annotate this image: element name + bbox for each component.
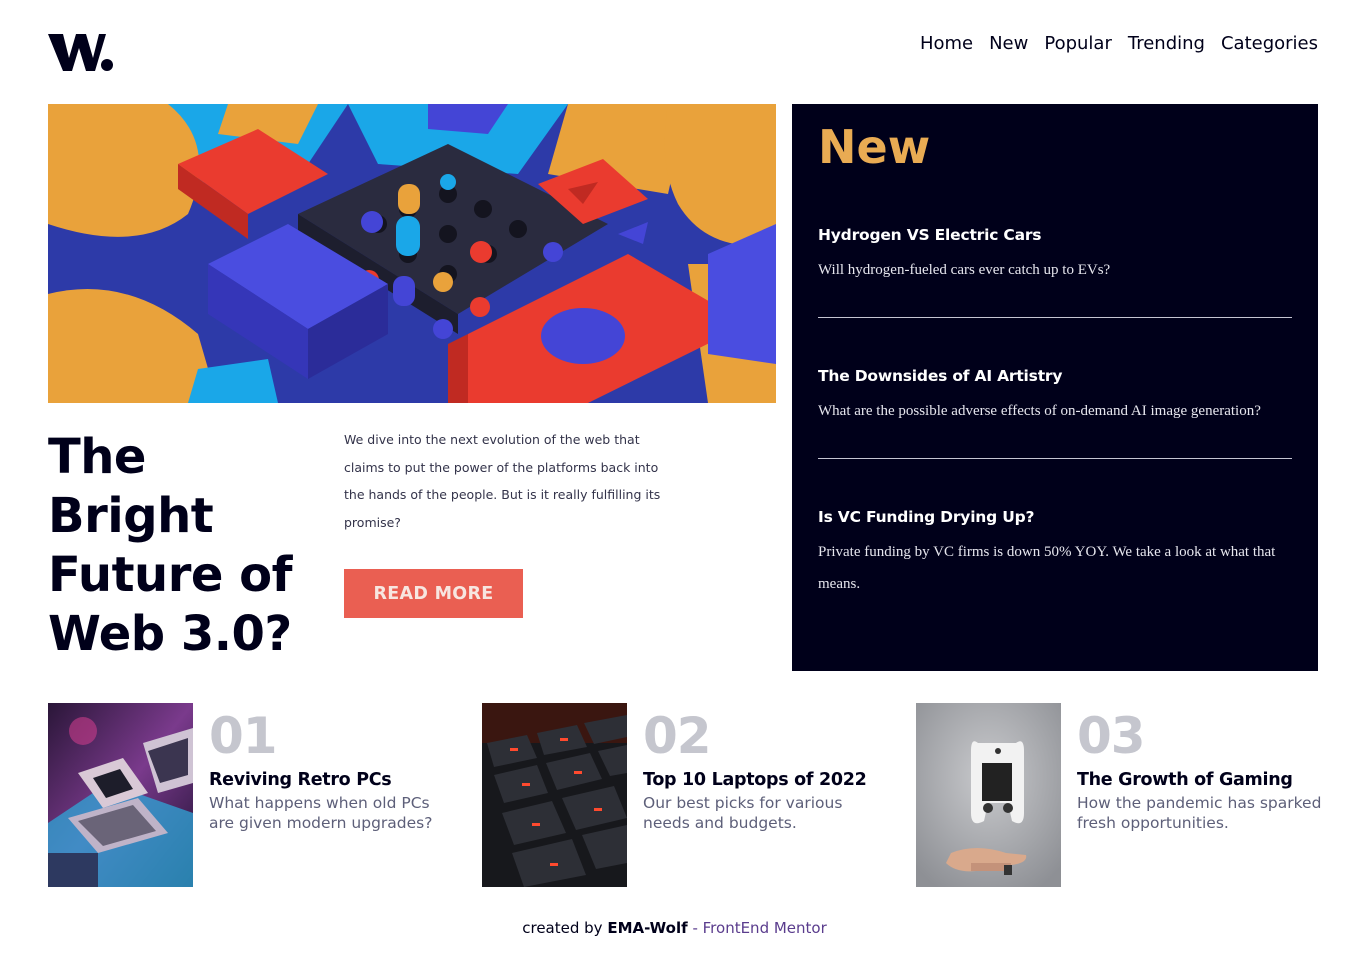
footer-author: EMA-Wolf xyxy=(607,919,688,937)
nav-new[interactable]: New xyxy=(989,33,1028,54)
card-description: Our best picks for various needs and bud… xyxy=(643,794,843,832)
new-item-text: Private funding by VC firms is down 50% … xyxy=(818,544,1276,592)
divider xyxy=(818,317,1292,318)
card-description: What happens when old PCs are given mode… xyxy=(209,794,433,832)
gaming-controller-image xyxy=(916,703,1061,887)
new-heading: New xyxy=(818,120,931,174)
nav-popular[interactable]: Popular xyxy=(1044,33,1112,54)
new-item-text: Will hydrogen-fueled cars ever catch up … xyxy=(818,262,1111,278)
retro-pc-image xyxy=(48,703,193,887)
new-item-title[interactable]: Hydrogen VS Electric Cars xyxy=(818,226,1292,244)
new-item-text: What are the possible adverse effects of… xyxy=(818,403,1261,419)
hero-image xyxy=(48,104,776,403)
footer-prefix: created by xyxy=(522,919,603,937)
card-number: 03 xyxy=(1077,707,1146,765)
divider xyxy=(818,458,1292,459)
read-more-button[interactable]: READ MORE xyxy=(344,569,523,618)
new-item-title[interactable]: Is VC Funding Drying Up? xyxy=(818,508,1292,526)
hero-description: We dive into the next evolution of the w… xyxy=(344,432,661,530)
nav-categories[interactable]: Categories xyxy=(1221,33,1318,54)
hero-title: The Bright Future of Web 3.0? xyxy=(48,429,292,662)
article-card: 02 Top 10 Laptops of 2022 Our best picks… xyxy=(482,703,882,887)
site-logo[interactable] xyxy=(48,28,114,74)
card-title[interactable]: The Growth of Gaming xyxy=(1077,770,1293,790)
main-nav: Home New Popular Trending Categories xyxy=(920,33,1318,54)
frontend-mentor-link[interactable]: FrontEnd Mentor xyxy=(703,919,827,937)
article-card: 03 The Growth of Gaming How the pandemic… xyxy=(916,703,1321,887)
card-number: 02 xyxy=(643,707,712,765)
new-item: The Downsides of AI Artistry What are th… xyxy=(818,367,1292,427)
new-panel: New Hydrogen VS Electric Cars Will hydro… xyxy=(792,104,1318,671)
footer-separator: - xyxy=(692,919,698,937)
keyboard-image xyxy=(482,703,627,887)
nav-home[interactable]: Home xyxy=(920,33,973,54)
article-card: 01 Reviving Retro PCs What happens when … xyxy=(48,703,448,887)
card-title[interactable]: Top 10 Laptops of 2022 xyxy=(643,770,867,790)
card-title[interactable]: Reviving Retro PCs xyxy=(209,770,392,790)
new-item: Is VC Funding Drying Up? Private funding… xyxy=(818,508,1292,600)
nav-trending[interactable]: Trending xyxy=(1128,33,1205,54)
footer: created by EMA-Wolf - FrontEnd Mentor xyxy=(0,919,1349,937)
new-item-title[interactable]: The Downsides of AI Artistry xyxy=(818,367,1292,385)
card-number: 01 xyxy=(209,707,278,765)
card-description: How the pandemic has sparked fresh oppor… xyxy=(1077,794,1322,832)
new-item: Hydrogen VS Electric Cars Will hydrogen-… xyxy=(818,226,1292,286)
